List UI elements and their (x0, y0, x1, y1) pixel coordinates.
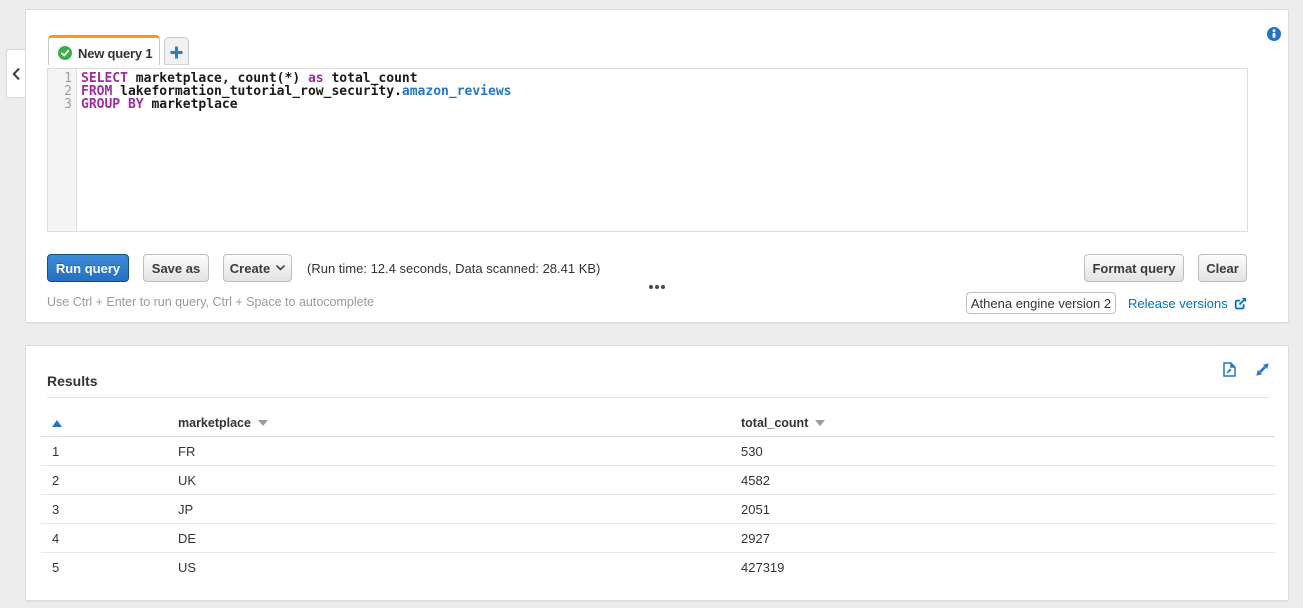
engine-version-badge[interactable]: Athena engine version 2 (966, 292, 1116, 314)
engine-badge-label: Athena engine version 2 (971, 296, 1111, 311)
chevron-down-icon (276, 265, 285, 271)
table-row: 2UK4582 (41, 466, 1275, 495)
run-query-label: Run query (56, 261, 120, 276)
plus-icon (170, 46, 183, 59)
expand-results-icon[interactable] (1255, 362, 1270, 378)
cell-total-count: 427319 (741, 560, 1275, 575)
results-table: marketplacetotal_count1FR5302UK45823JP20… (41, 398, 1275, 582)
release-versions-link[interactable]: Release versions (1128, 292, 1247, 314)
cell-row-number: 1 (41, 444, 178, 459)
cell-total-count: 530 (741, 444, 1275, 459)
table-row: 4DE2927 (41, 524, 1275, 553)
cell-row-number: 5 (41, 560, 178, 575)
dot (661, 285, 665, 289)
column-menu-caret-icon (258, 420, 268, 426)
download-results-icon[interactable] (1223, 362, 1238, 378)
create-dropdown-button[interactable]: Create (223, 254, 292, 282)
cell-total-count: 2927 (741, 531, 1275, 546)
cell-marketplace: FR (178, 444, 741, 459)
info-icon[interactable] (1267, 27, 1281, 41)
format-query-button[interactable]: Format query (1084, 254, 1184, 282)
line-number: 3 (48, 98, 72, 111)
editor-resize-handle[interactable] (648, 284, 666, 290)
expand-left-panel-button[interactable] (6, 49, 25, 98)
cell-marketplace: JP (178, 502, 741, 517)
external-link-icon (1234, 297, 1247, 310)
query-success-check-icon (58, 46, 72, 60)
results-header-row: marketplacetotal_count (41, 398, 1275, 437)
create-label: Create (230, 261, 270, 276)
chevron-left-icon (12, 68, 20, 80)
results-card: Results marketplacetotal_count1FR5302UK4… (25, 345, 1289, 601)
table-row: 5US427319 (41, 553, 1275, 582)
dot (649, 285, 653, 289)
cell-marketplace: UK (178, 473, 741, 488)
save-as-label: Save as (152, 261, 200, 276)
cell-marketplace: DE (178, 531, 741, 546)
clear-label: Clear (1206, 261, 1239, 276)
new-query-tab-button[interactable] (164, 37, 189, 65)
run-query-button[interactable]: Run query (47, 254, 129, 282)
tab-new-query-1[interactable]: New query 1 (48, 35, 160, 65)
tab-label: New query 1 (78, 46, 152, 61)
sql-editor[interactable]: 123 SELECT marketplace, count(*) as tota… (47, 68, 1248, 232)
sort-ascending-icon (52, 420, 62, 427)
column-header-total-count[interactable]: total_count (741, 416, 1275, 430)
editor-line-numbers: 123 (48, 69, 77, 231)
format-query-label: Format query (1092, 261, 1175, 276)
cell-total-count: 2051 (741, 502, 1275, 517)
query-editor-card: New query 1 123 SELECT marketplace, coun… (25, 9, 1289, 323)
row-number-sort-header[interactable] (41, 420, 178, 427)
sql-line: GROUP BY marketplace (81, 98, 511, 111)
clear-button[interactable]: Clear (1198, 254, 1247, 282)
cell-total-count: 4582 (741, 473, 1275, 488)
table-row: 1FR530 (41, 437, 1275, 466)
save-as-button[interactable]: Save as (143, 254, 209, 282)
dot (655, 285, 659, 289)
keyboard-hint-text: Use Ctrl + Enter to run query, Ctrl + Sp… (47, 295, 374, 309)
cell-row-number: 2 (41, 473, 178, 488)
cell-marketplace: US (178, 560, 741, 575)
results-title: Results (47, 373, 98, 389)
sql-code: SELECT marketplace, count(*) as total_co… (77, 69, 511, 231)
cell-row-number: 4 (41, 531, 178, 546)
run-stats-text: (Run time: 12.4 seconds, Data scanned: 2… (307, 254, 600, 282)
release-versions-label: Release versions (1128, 296, 1228, 311)
table-row: 3JP2051 (41, 495, 1275, 524)
cell-row-number: 3 (41, 502, 178, 517)
column-menu-caret-icon (815, 420, 825, 426)
column-header-marketplace[interactable]: marketplace (178, 416, 741, 430)
